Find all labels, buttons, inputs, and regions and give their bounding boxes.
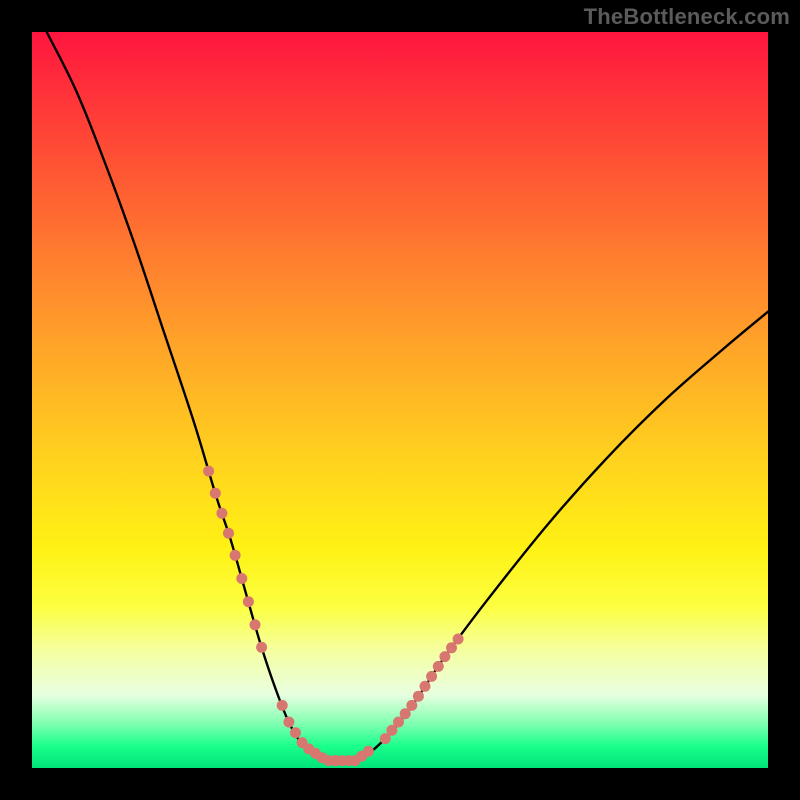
chart-frame: TheBottleneck.com: [0, 0, 800, 800]
plot-background: [32, 32, 768, 768]
watermark-text: TheBottleneck.com: [584, 4, 790, 30]
